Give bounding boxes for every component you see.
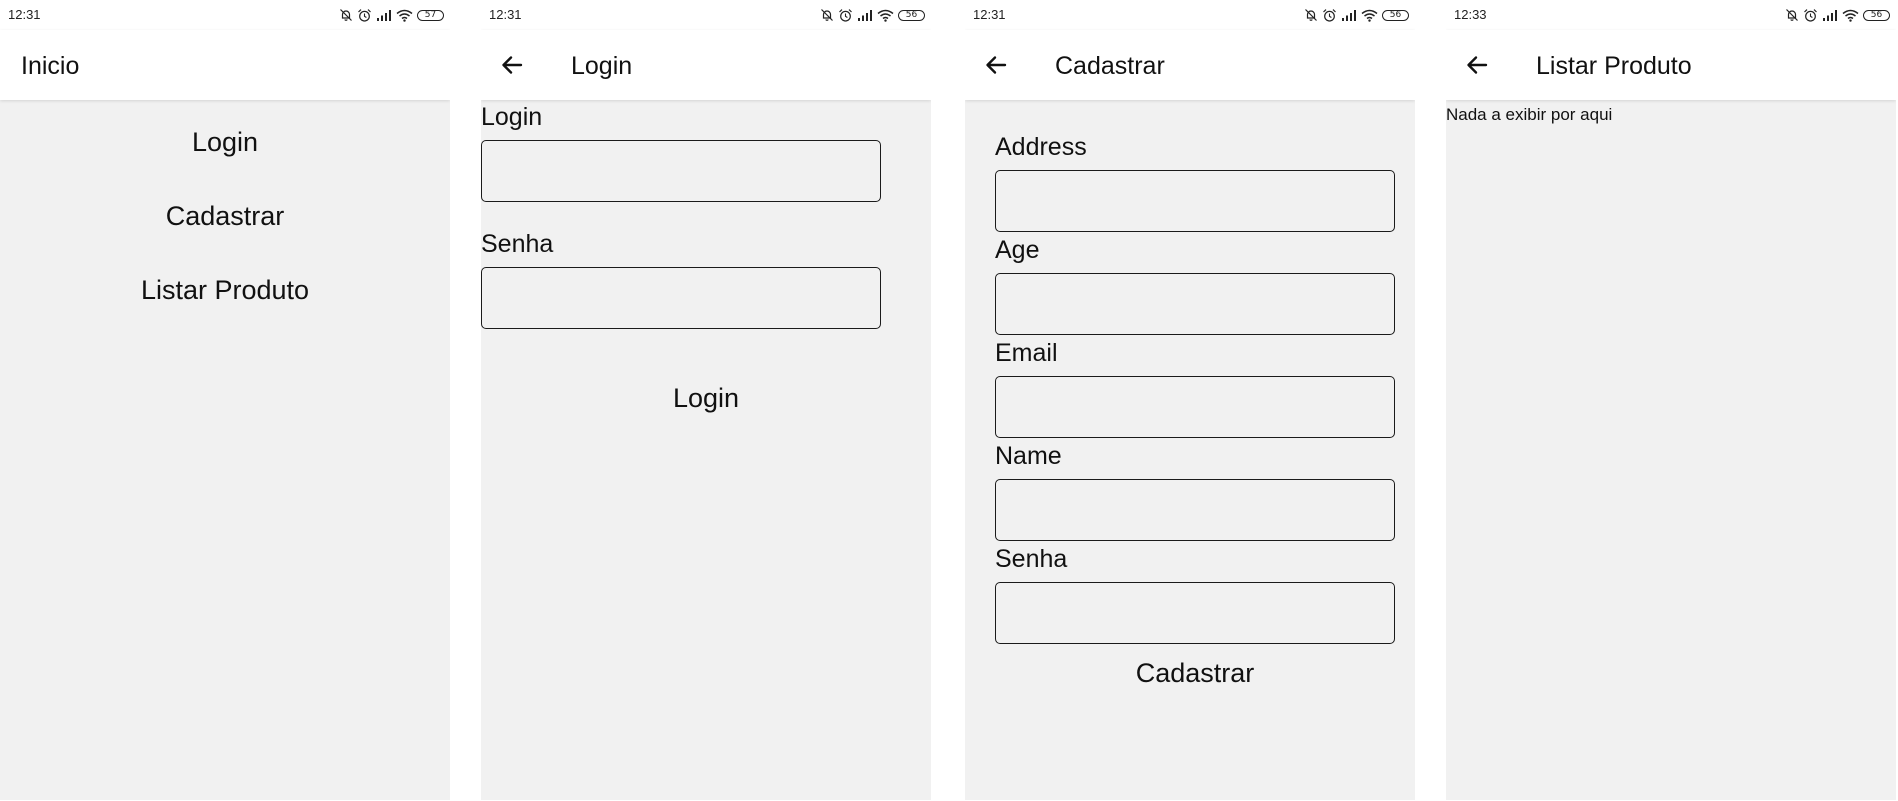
- screen-cadastrar: 12:31 56 Cadastrar Address Age Email Nam…: [965, 0, 1415, 801]
- signal-icon: [858, 10, 872, 21]
- page-title: Cadastrar: [1055, 52, 1165, 80]
- signal-icon: [377, 10, 391, 21]
- alarm-icon: [839, 8, 852, 22]
- back-arrow-icon[interactable]: [983, 52, 1009, 78]
- senha-input[interactable]: [995, 582, 1395, 644]
- alarm-icon: [1804, 8, 1817, 22]
- address-input[interactable]: [995, 170, 1395, 232]
- back-arrow-icon[interactable]: [499, 52, 525, 78]
- cadastrar-nav-button[interactable]: Cadastrar: [0, 201, 450, 232]
- status-bar: 12:31 57: [0, 0, 450, 30]
- name-input[interactable]: [995, 479, 1395, 541]
- page-title: Inicio: [21, 52, 80, 80]
- cadastrar-button[interactable]: Cadastrar: [995, 658, 1395, 689]
- login-form: Login Senha Login: [481, 100, 931, 800]
- wifi-icon: [877, 9, 894, 22]
- screen-inicio: 12:31 57 Inicio Login Cadastrar Listar P…: [0, 0, 450, 801]
- screen-listar-produto: 12:33 56 Listar Produto Nada a exibir po…: [1446, 0, 1896, 801]
- battery-icon: 56: [1382, 9, 1409, 21]
- bell-off-icon: [1305, 9, 1317, 21]
- login-label: Login: [481, 103, 543, 131]
- senha-label: Senha: [481, 230, 554, 258]
- login-button[interactable]: Login: [481, 383, 931, 414]
- name-label: Name: [995, 442, 1062, 470]
- product-list: Nada a exibir por aqui: [1446, 100, 1896, 800]
- signal-icon: [1342, 10, 1356, 21]
- senha-input[interactable]: [481, 267, 881, 329]
- email-label: Email: [995, 339, 1058, 367]
- cadastrar-form: Address Age Email Name Senha Cadastrar: [965, 100, 1415, 800]
- home-content: Login Cadastrar Listar Produto: [0, 100, 450, 800]
- signal-icon: [1823, 10, 1837, 21]
- status-icons: 56: [820, 6, 925, 24]
- battery-icon: 56: [1863, 9, 1890, 21]
- status-icons: 56: [1785, 6, 1890, 24]
- wifi-icon: [1361, 9, 1378, 22]
- status-icons: 56: [1304, 6, 1409, 24]
- login-nav-button[interactable]: Login: [0, 127, 450, 158]
- bell-off-icon: [1786, 9, 1798, 21]
- login-input[interactable]: [481, 140, 881, 202]
- screen-login: 12:31 56 Login Login Senha Login: [481, 0, 931, 801]
- alarm-icon: [358, 8, 371, 22]
- status-icons: 57: [339, 6, 444, 24]
- empty-list-message: Nada a exibir por aqui: [1446, 105, 1613, 124]
- battery-icon: 56: [898, 9, 925, 21]
- status-time: 12:31: [489, 7, 522, 22]
- app-bar: Inicio: [0, 30, 450, 100]
- alarm-icon: [1323, 8, 1336, 22]
- app-bar: Listar Produto: [1446, 30, 1896, 100]
- wifi-icon: [396, 9, 413, 22]
- listar-produto-nav-button[interactable]: Listar Produto: [0, 275, 450, 306]
- page-title: Listar Produto: [1536, 52, 1692, 80]
- status-bar: 12:31 56: [481, 0, 931, 30]
- battery-icon: 57: [417, 9, 444, 21]
- bell-off-icon: [340, 9, 352, 21]
- status-time: 12:31: [8, 7, 41, 22]
- address-label: Address: [995, 133, 1087, 161]
- back-arrow-icon[interactable]: [1464, 52, 1490, 78]
- status-time: 12:33: [1454, 7, 1487, 22]
- wifi-icon: [1842, 9, 1859, 22]
- age-input[interactable]: [995, 273, 1395, 335]
- age-label: Age: [995, 236, 1040, 264]
- app-bar: Login: [481, 30, 931, 100]
- page-title: Login: [571, 52, 633, 80]
- status-bar: 12:33 56: [1446, 0, 1896, 30]
- email-input[interactable]: [995, 376, 1395, 438]
- bell-off-icon: [821, 9, 833, 21]
- app-bar: Cadastrar: [965, 30, 1415, 100]
- status-time: 12:31: [973, 7, 1006, 22]
- status-bar: 12:31 56: [965, 0, 1415, 30]
- senha-label: Senha: [995, 545, 1068, 573]
